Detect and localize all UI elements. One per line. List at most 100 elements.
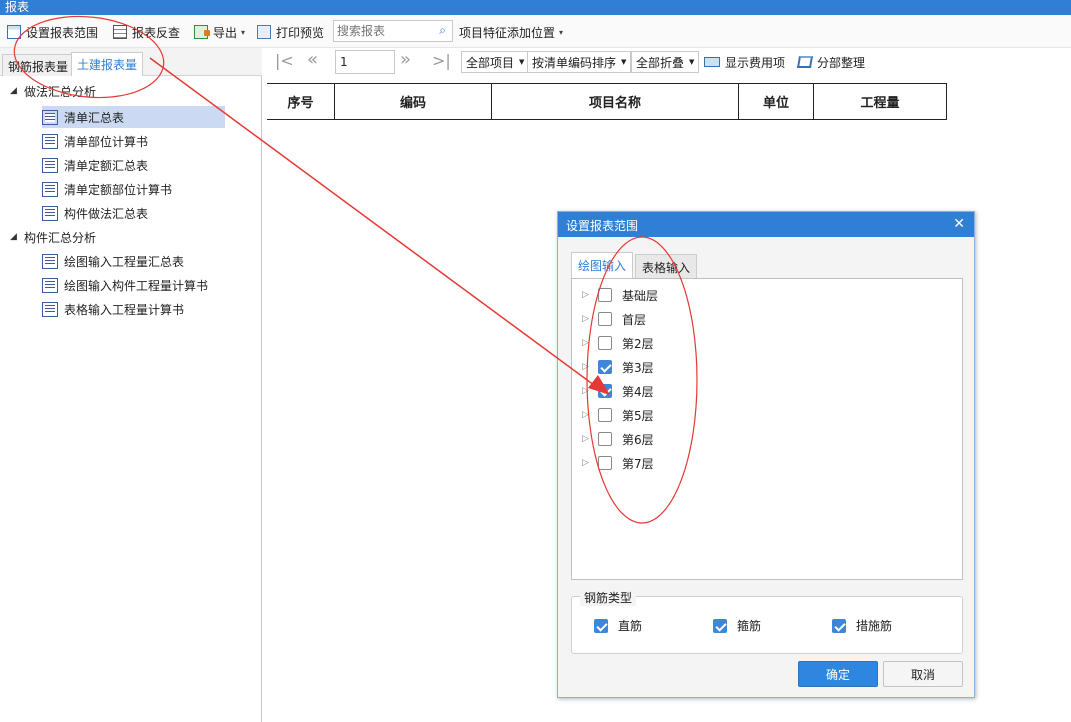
floor-row[interactable]: ▷ 第2层 [582,333,654,353]
rebar-type-group: 钢筋类型 直筋 箍筋 措施筋 [571,589,963,654]
dialog-titlebar: 设置报表范围 ✕ [558,212,974,237]
rebar-type-checkbox[interactable] [713,618,727,633]
report-search: ⌕ [333,20,453,42]
collapse-triangle-icon[interactable]: ◢ [10,86,24,96]
report-tree-panel: 钢筋报表量 土建报表量 ◢ 做法汇总分析 清单汇总表 清单部位计算书 清单定额汇… [0,48,262,722]
tree-item-bill-summary[interactable]: 清单汇总表 [42,106,225,128]
set-range-dialog: 设置报表范围 ✕ 绘图输入 表格输入 ▷ 基础层 ▷ 首层 ▷ 第2层 ▷ 第3… [557,211,975,698]
search-icon[interactable]: ⌕ [439,23,446,38]
tree-item-component-method[interactable]: 构件做法汇总表 [42,202,148,224]
report-doc-icon [42,133,58,149]
tree-item-bill-quota-summary[interactable]: 清单定额汇总表 [42,154,148,176]
floor-checkbox[interactable] [598,456,612,470]
chevron-down-icon: ▼ [689,58,695,66]
last-page-icon[interactable]: >| [432,51,451,70]
expand-triangle-icon[interactable]: ▷ [582,410,598,420]
main-toolbar: 设置报表范围 报表反查 导出 ▾ 打印预览 项目特征添加位置 ▾ [0,15,1071,48]
rebar-type-checkbox[interactable] [832,618,846,633]
column-header-item-name[interactable]: 项目名称 [491,84,738,119]
report-search-input[interactable] [334,21,430,41]
report-doc-icon [42,157,58,173]
tree-group-component-summary[interactable]: ◢ 构件汇总分析 [10,226,96,248]
floor-checkbox[interactable] [598,288,612,302]
cost-icon [704,57,720,67]
floor-row[interactable]: ▷ 首层 [582,309,646,329]
column-header-index[interactable]: 序号 [267,84,334,119]
floor-checkbox[interactable] [598,312,612,326]
fold-dropdown[interactable]: 全部折叠 ▼ [631,51,700,73]
floor-row[interactable]: ▷ 第7层 [582,453,654,473]
expand-triangle-icon[interactable]: ▷ [582,458,598,468]
floor-row[interactable]: ▷ 第5层 [582,405,654,425]
column-header-unit[interactable]: 单位 [738,84,813,119]
reverse-check-button[interactable]: 报表反查 [113,23,180,41]
set-range-button[interactable]: 设置报表范围 [7,23,98,41]
chevron-down-icon: ▾ [241,27,246,37]
window-titlebar: 报表 [0,0,1071,15]
window-title: 报表 [5,0,30,14]
dialog-title: 设置报表范围 [566,219,639,233]
item-filter-dropdown[interactable]: 全部项目 ▼ [461,51,530,73]
print-preview-button[interactable]: 打印预览 [257,23,324,41]
tab-drawing-input[interactable]: 绘图输入 [571,252,634,279]
report-grid-header: 序号 编码 项目名称 单位 工程量 [267,83,947,120]
cancel-button[interactable]: 取消 [883,661,963,687]
floor-checkbox[interactable] [598,360,612,374]
section-sort-button[interactable]: 分部整理 [796,52,865,72]
tab-table-input[interactable]: 表格输入 [635,254,698,278]
next-page-icon[interactable]: » [400,49,411,70]
chevron-down-icon: ▼ [519,58,525,66]
tree-group-method-summary[interactable]: ◢ 做法汇总分析 [10,80,96,102]
column-header-quantity[interactable]: 工程量 [813,84,947,119]
expand-triangle-icon[interactable]: ▷ [582,386,598,396]
page-number-input[interactable]: 1 [335,50,395,74]
rebar-type-option[interactable]: 措施筋 [832,617,892,634]
print-preview-icon [257,25,271,39]
close-icon[interactable]: ✕ [953,216,965,232]
expand-triangle-icon[interactable]: ▷ [582,338,598,348]
rebar-type-checkbox[interactable] [594,618,608,633]
floor-checkbox[interactable] [598,408,612,422]
tree-item-drawing-component[interactable]: 绘图输入构件工程量计算书 [42,274,208,296]
layers-icon [796,56,814,68]
ok-button[interactable]: 确定 [798,661,878,687]
chevron-down-icon: ▼ [621,58,627,66]
rebar-type-option[interactable]: 直筋 [594,617,642,634]
prev-page-icon[interactable]: « [307,49,318,70]
report-doc-icon [42,277,58,293]
expand-triangle-icon[interactable]: ▷ [582,434,598,444]
floor-row[interactable]: ▷ 第6层 [582,429,654,449]
report-type-tabs: 钢筋报表量 土建报表量 [0,48,262,76]
floor-row[interactable]: ▷ 第3层 [582,357,654,377]
tree-item-drawing-summary[interactable]: 绘图输入工程量汇总表 [42,250,184,272]
column-header-code[interactable]: 编码 [334,84,491,119]
floor-row[interactable]: ▷ 第4层 [582,381,654,401]
export-button[interactable]: 导出 ▾ [194,23,245,41]
tab-civil-report[interactable]: 土建报表量 [71,52,144,76]
floor-list: ▷ 基础层 ▷ 首层 ▷ 第2层 ▷ 第3层 ▷ 第4层 ▷ 第5层 ▷ 第6层… [571,278,963,580]
show-cost-button[interactable]: 显示费用项 [704,52,785,72]
expand-triangle-icon[interactable]: ▷ [582,314,598,324]
report-doc-icon [42,301,58,317]
tree-item-bill-location[interactable]: 清单部位计算书 [42,130,148,152]
tree-item-table-input[interactable]: 表格输入工程量计算书 [42,298,184,320]
tab-rebar-report[interactable]: 钢筋报表量 [2,54,75,76]
report-doc-icon [42,109,58,125]
floor-checkbox[interactable] [598,336,612,350]
floor-row[interactable]: ▷ 基础层 [582,285,658,305]
first-page-icon[interactable]: |< [275,51,294,70]
floor-checkbox[interactable] [598,384,612,398]
expand-triangle-icon[interactable]: ▷ [582,362,598,372]
tree-item-bill-quota-location[interactable]: 清单定额部位计算书 [42,178,172,200]
report-doc-icon [42,181,58,197]
rebar-type-title: 钢筋类型 [580,589,637,606]
rebar-type-option[interactable]: 箍筋 [713,617,761,634]
sort-dropdown[interactable]: 按清单编码排序 ▼ [527,51,632,73]
chevron-down-icon: ▾ [559,27,564,37]
expand-triangle-icon[interactable]: ▷ [582,290,598,300]
floor-checkbox[interactable] [598,432,612,446]
report-doc-icon [42,253,58,269]
feature-position-dropdown[interactable]: 项目特征添加位置 ▾ [459,23,563,41]
range-icon [7,25,21,39]
collapse-triangle-icon[interactable]: ◢ [10,232,24,242]
